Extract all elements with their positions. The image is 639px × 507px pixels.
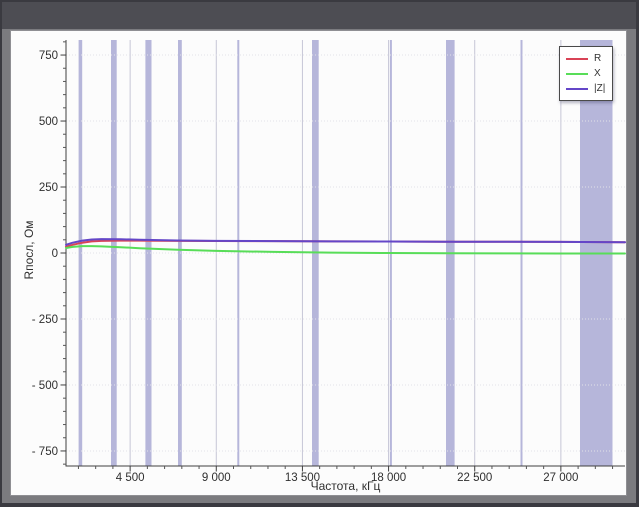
tab-z-r-plus-jx-face: Z=R+jX (0, 8, 23, 28)
legend-swatch-|Z| (566, 87, 588, 90)
window-frame: КСВ Фаза Z=R+jX Z=R||+jX ВП Рефлектометр… (2, 2, 636, 503)
band-highlight (178, 40, 182, 466)
app-window: КСВ Фаза Z=R+jX Z=R||+jX ВП Рефлектометр… (0, 0, 639, 507)
legend-item-X: X (566, 66, 605, 81)
y-tick-label: 750 (39, 50, 58, 62)
y-tick-label: - 500 (32, 380, 58, 392)
y-tick-label: - 750 (32, 446, 58, 458)
tab-faza-face: Фаза (0, 9, 32, 28)
legend-swatch-X (566, 72, 588, 75)
legend: R X |Z| (559, 46, 614, 101)
tab-bar: КСВ Фаза Z=R+jX Z=R||+jX ВП Рефлектометр… (2, 2, 636, 29)
y-tick-label: 500 (39, 116, 58, 128)
tab-ksv-face: КСВ (9, 9, 41, 28)
legend-label-|Z|: |Z| (594, 83, 606, 94)
axes-group: 4 500 9 000 13 500 18 000 22 500 27 000750500… (32, 40, 625, 484)
tab-z-r-plus-jx-label: Z=R+jX (1, 12, 25, 24)
y-tick-label: 250 (39, 182, 58, 194)
tab-vp-face: ВП (0, 9, 5, 28)
x-axis-title: Частота, кГц (310, 479, 381, 493)
y-tick-label: 0 (52, 248, 58, 260)
tab-z-r-parallel-jx-label: Z=R||+jX (0, 13, 18, 24)
tab-z-r-parallel-jx-face: Z=R||+jX (0, 9, 14, 28)
legend-label-R: R (594, 53, 602, 64)
legend-item-R: R (566, 51, 605, 66)
y-tick-label: - 250 (32, 314, 58, 326)
chart-panel: 4 500 9 000 13 500 18 000 22 500 27 000 750 500… (10, 30, 627, 496)
legend-swatch-R (566, 57, 588, 60)
impedance-plot: 4 500 9 000 13 500 18 000 22 500 27 000750500… (32, 40, 626, 484)
tab-faza-label: Фаза (4, 13, 28, 24)
tab-reflektometr-label: Рефлектометр (0, 13, 14, 24)
legend-item-|Z|: |Z| (566, 81, 605, 96)
y-axis-title: Rпосл, Ом (22, 220, 36, 280)
tab-ksv-label: КСВ (15, 13, 35, 24)
legend-label-X: X (594, 68, 601, 79)
